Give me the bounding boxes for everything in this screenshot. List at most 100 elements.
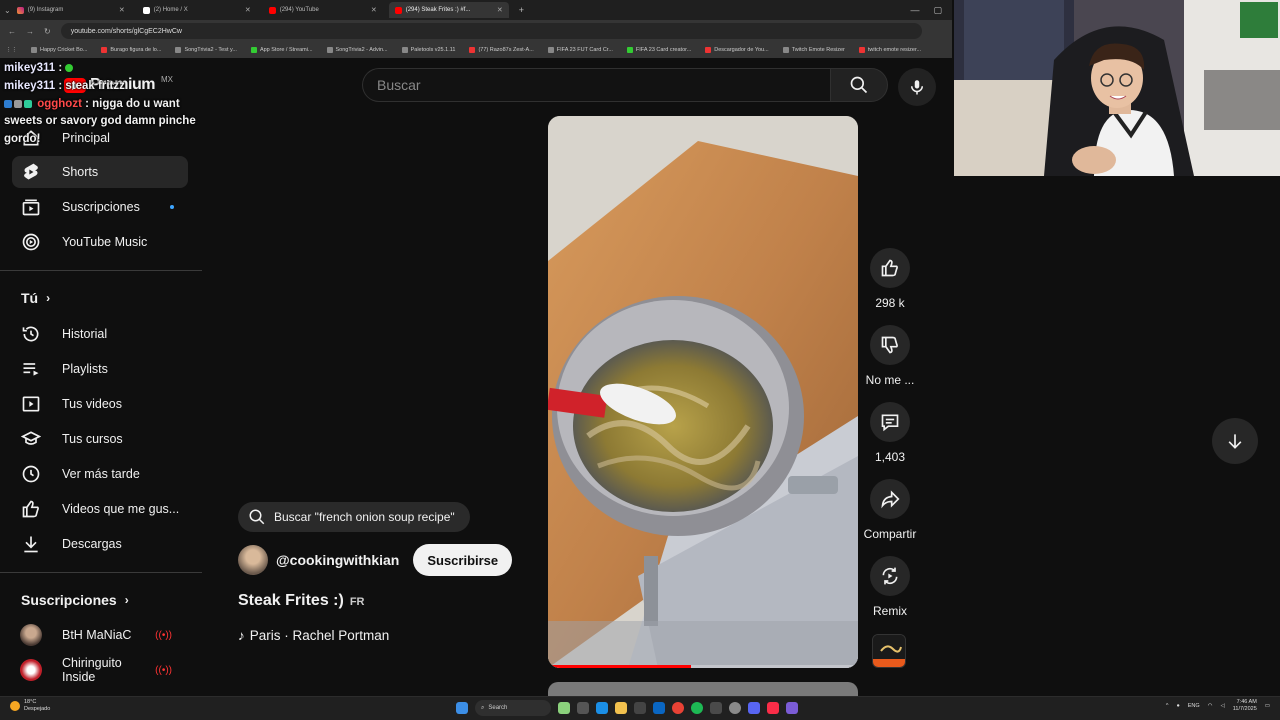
obs-icon[interactable] <box>786 702 798 714</box>
taskbar-search[interactable]: ⌕ Search <box>475 700 551 716</box>
bookmark-item[interactable]: FIFA 23 Card creator... <box>626 47 691 53</box>
short-video-player[interactable] <box>548 116 858 668</box>
bookmark-item[interactable]: SongTrivia2 - Test y... <box>175 47 237 53</box>
browser-tab-youtube[interactable]: (294) YouTube ✕ <box>263 2 383 18</box>
subscribe-button[interactable]: Suscribirse <box>413 544 513 576</box>
bookmark-item[interactable]: App Store / Streami... <box>250 47 313 53</box>
close-icon[interactable]: ✕ <box>119 6 125 14</box>
bookmark-item[interactable]: Paletools v25.1.11 <box>401 47 455 53</box>
sidebar-you-heading[interactable]: Tú › <box>21 290 50 306</box>
language-indicator[interactable]: ENG <box>1188 703 1200 709</box>
new-tab-button[interactable]: + <box>515 5 528 15</box>
sidebar-item-suscripciones[interactable]: Suscripciones <box>12 191 188 223</box>
mic-tray-icon[interactable]: ● <box>1176 703 1179 709</box>
discord-icon[interactable] <box>748 702 760 714</box>
short-music[interactable]: ♪ Paris · Rachel Portman <box>238 628 389 643</box>
bookmark-item[interactable]: twitch emote resizer... <box>858 47 921 53</box>
settings-icon[interactable] <box>729 702 741 714</box>
browser-tab-x[interactable]: (2) Home / X ✕ <box>137 2 257 18</box>
x-icon <box>142 6 150 14</box>
like-count: 298 k <box>875 296 905 310</box>
share-button[interactable] <box>870 479 910 519</box>
minimize-icon[interactable]: — <box>910 5 919 16</box>
next-short-preview[interactable] <box>548 682 858 696</box>
sidebar-channel-chiringuito-inside[interactable]: Chiringuito Inside ((•)) <box>12 654 188 686</box>
bookmark-item[interactable]: (77) Razo87s Zest-A... <box>469 47 534 53</box>
sidebar-item-label: Tus videos <box>62 397 122 411</box>
back-icon[interactable]: ← <box>8 27 16 36</box>
browser-tab-instagram[interactable]: (9) Instagram ✕ <box>11 2 131 18</box>
sidebar-item-descargas[interactable]: Descargas <box>12 528 188 560</box>
bookmark-item[interactable]: Descargador de You... <box>705 47 769 53</box>
chat-text: steak fritzz <box>65 79 125 92</box>
address-bar[interactable]: youtube.com/shorts/glCgEC2HwCw <box>60 23 922 39</box>
bookmark-item[interactable]: Twitch Emote Resizer <box>782 47 845 53</box>
taskbar-apps: ⌕ Search <box>456 700 798 716</box>
widget-icon[interactable] <box>558 702 570 714</box>
subscriptions-icon <box>20 196 42 218</box>
courses-icon <box>20 428 42 450</box>
next-short-button[interactable] <box>1212 418 1258 464</box>
like-button[interactable] <box>870 248 910 288</box>
sidebar-channel-bth-maniac[interactable]: BtH MaNiaC ((•)) <box>12 619 188 651</box>
chat-message: ogghozt : nigga do u want sweets or savo… <box>4 97 196 146</box>
sidebar-item-label: Tus cursos <box>62 432 123 446</box>
music-app-icon[interactable] <box>767 702 779 714</box>
spotify-icon[interactable] <box>691 702 703 714</box>
search-button[interactable] <box>830 68 888 102</box>
sidebar-subscriptions-heading[interactable]: Suscripciones › <box>21 592 129 608</box>
sidebar-item-shorts[interactable]: Shorts <box>12 156 188 188</box>
comments-action: 1,403 <box>862 402 918 464</box>
channel-name[interactable]: @cookingwithkian <box>276 552 399 568</box>
notification-icon[interactable]: ▭ <box>1265 703 1270 709</box>
close-icon[interactable]: ✕ <box>497 6 503 14</box>
short-title[interactable]: Steak Frites :) FR <box>238 592 364 610</box>
comments-button[interactable] <box>870 402 910 442</box>
sidebar-item-playlists[interactable]: Playlists <box>12 353 188 385</box>
wifi-icon[interactable]: ◠ <box>1208 703 1213 709</box>
heading-label: Suscripciones <box>21 592 117 608</box>
chevron-up-icon[interactable]: ^ <box>1166 703 1169 709</box>
sidebar-item-label: Suscripciones <box>62 200 140 214</box>
maximize-icon[interactable]: ▢ <box>933 5 942 16</box>
voice-search-button[interactable] <box>898 68 936 106</box>
bookmark-item[interactable]: Burago figura de lo... <box>101 47 161 53</box>
search-icon <box>850 76 868 94</box>
instagram-icon <box>16 6 24 14</box>
volume-icon[interactable]: ◁ <box>1221 703 1225 709</box>
sidebar-item-ver-mas-tarde[interactable]: Ver más tarde <box>12 458 188 490</box>
browser-tab-active[interactable]: (294) Steak Frites :) #f... ✕ <box>388 2 509 18</box>
steam-icon[interactable] <box>710 702 722 714</box>
clock[interactable]: 7:46 AM 11/7/2025 <box>1233 699 1257 713</box>
video-progress-bar[interactable] <box>548 665 858 668</box>
search-input[interactable]: Buscar <box>362 68 830 102</box>
sidebar-item-tus-videos[interactable]: Tus videos <box>12 388 188 420</box>
chrome-icon[interactable] <box>672 702 684 714</box>
sidebar-item-tus-cursos[interactable]: Tus cursos <box>12 423 188 455</box>
close-icon[interactable]: ✕ <box>245 6 251 14</box>
related-search-chip[interactable]: Buscar "french onion soup recipe" <box>238 502 470 532</box>
bookmark-item[interactable]: Happy Cricket Bo... <box>31 47 87 53</box>
tab-search-icon[interactable]: ⌄ <box>4 6 11 15</box>
apps-icon[interactable]: ⋮⋮ <box>6 47 17 53</box>
close-icon[interactable]: ✕ <box>371 6 377 14</box>
edge-icon[interactable] <box>596 702 608 714</box>
channel-avatar[interactable] <box>238 545 268 575</box>
reload-icon[interactable]: ↻ <box>44 27 51 36</box>
bookmark-item[interactable]: FIFA 23 FUT Card Cr... <box>547 47 613 53</box>
task-view-icon[interactable] <box>577 702 589 714</box>
sound-thumbnail[interactable] <box>872 634 906 668</box>
windows-start-icon[interactable] <box>456 702 468 714</box>
sidebar-item-liked-videos[interactable]: Videos que me gus... <box>12 493 188 525</box>
remix-button[interactable] <box>870 556 910 596</box>
weather-widget[interactable]: 18°C Despejado <box>10 699 50 713</box>
file-explorer-icon[interactable] <box>615 702 627 714</box>
sidebar-item-youtube-music[interactable]: YouTube Music <box>12 226 188 258</box>
sidebar-item-label: Descargas <box>62 537 122 551</box>
sidebar-item-historial[interactable]: Historial <box>12 318 188 350</box>
mail-icon[interactable] <box>653 702 665 714</box>
store-icon[interactable] <box>634 702 646 714</box>
dislike-button[interactable] <box>870 325 910 365</box>
forward-icon[interactable]: → <box>26 27 34 36</box>
bookmark-item[interactable]: SongTrivia2 - Advin... <box>326 47 388 53</box>
